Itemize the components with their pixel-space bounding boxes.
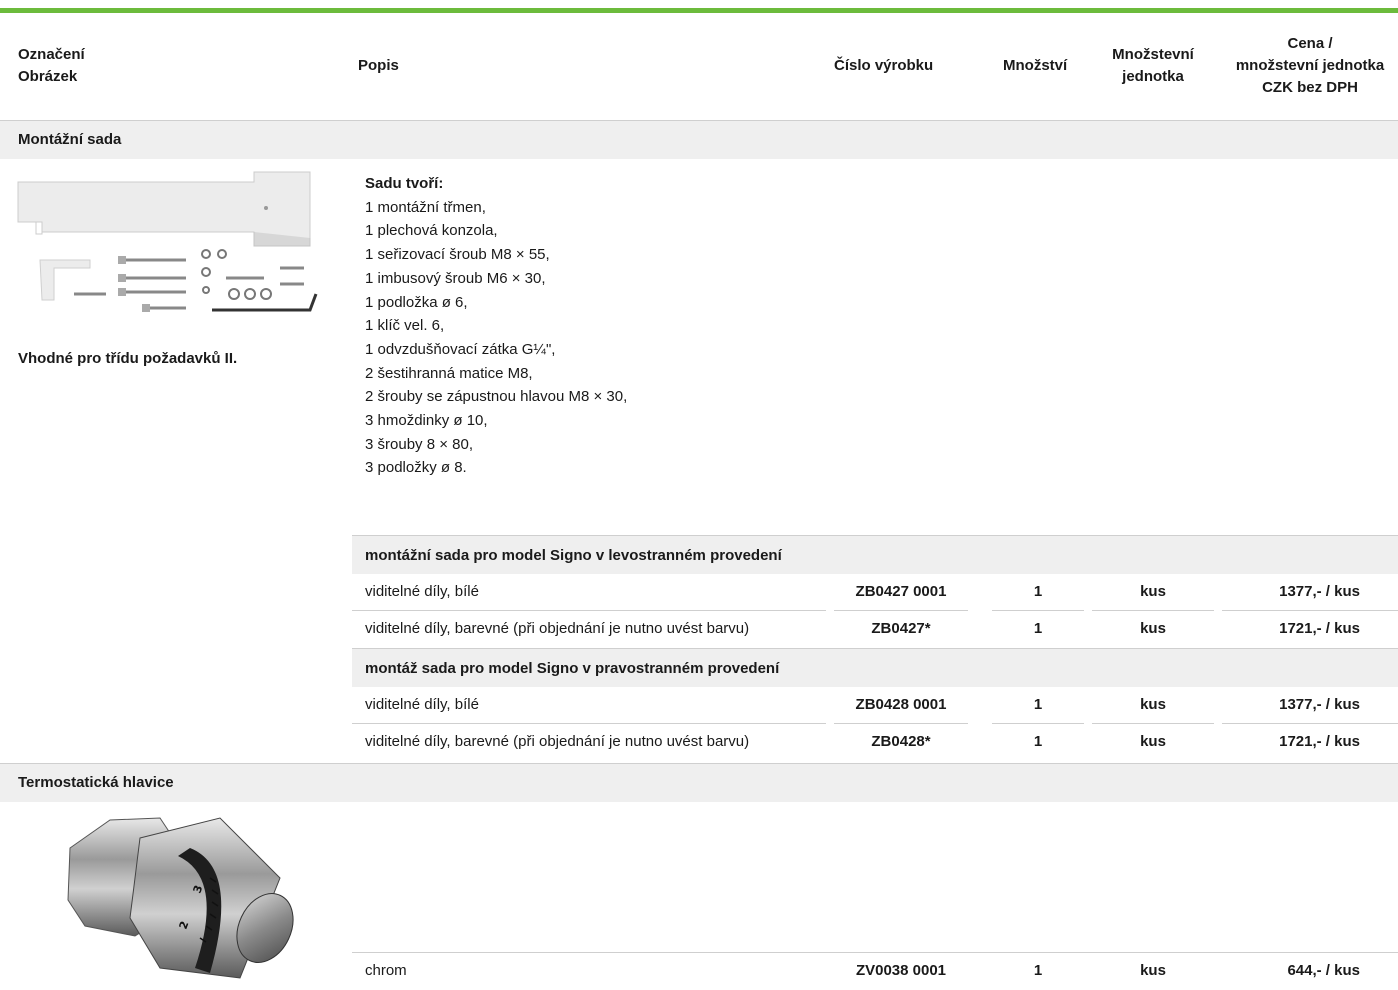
table-row: viditelné díly, bílé ZB0427 0001 1 kus 1… <box>352 574 1398 611</box>
kit-contents-line: 3 hmoždinky ø 10, <box>365 412 488 430</box>
row-unit: kus <box>1140 583 1166 600</box>
subgroup-title: montáž sada pro model Signo v pravostran… <box>365 660 780 677</box>
mounting-kit-image <box>14 168 324 328</box>
subgroup-right-version: montáž sada pro model Signo v pravostran… <box>352 648 1398 687</box>
section-title: Montážní sada <box>18 131 122 148</box>
kit-contents-line: 1 podložka ø 6, <box>365 293 468 311</box>
row-unit: kus <box>1140 620 1166 637</box>
table-row: viditelné díly, bílé ZB0428 0001 1 kus 1… <box>352 687 1398 724</box>
header-col-unit: Množstevní jednotka <box>1092 44 1214 88</box>
header-col-description: Popis <box>358 57 399 74</box>
section-header-thermostatic-head: Termostatická hlavice <box>0 763 1398 802</box>
header-label: Obrázek <box>18 68 78 85</box>
header-col-price: Cena / množstevní jednotka CZK bez DPH <box>1222 33 1398 99</box>
kit-contents-title: Sadu tvoří: <box>365 175 444 192</box>
kit-contents-line: 2 šrouby se zápustnou hlavou M8 × 30, <box>365 388 628 406</box>
row-article-number: ZB0428* <box>871 733 931 750</box>
row-price: 1377,- / kus <box>1279 696 1360 713</box>
row-price: 1721,- / kus <box>1279 733 1360 750</box>
header-label: Označení <box>18 46 85 63</box>
top-accent-bar <box>0 8 1398 13</box>
kit-contents-line: 3 podložky ø 8. <box>365 459 467 477</box>
table-row: viditelné díly, barevné (při objednání j… <box>352 611 1398 648</box>
section-title: Termostatická hlavice <box>18 774 174 791</box>
table-row: chrom ZV0038 0001 1 kus 644,- / kus <box>352 952 1398 990</box>
header-label: jednotka <box>1122 68 1184 85</box>
row-price: 644,- / kus <box>1287 962 1360 979</box>
requirement-class-note: Vhodné pro třídu požadavků II. <box>18 350 238 367</box>
row-quantity: 1 <box>1033 620 1043 637</box>
header-col-designation: Označení Obrázek <box>18 44 85 88</box>
row-quantity: 1 <box>1033 733 1043 750</box>
row-article-number: ZV0038 0001 <box>855 962 947 979</box>
row-quantity: 1 <box>1033 962 1043 979</box>
section-header-mounting-kit: Montážní sada <box>0 120 1398 159</box>
kit-contents-line: 1 montážní třmen, <box>365 198 486 216</box>
row-description: viditelné díly, barevné (při objednání j… <box>365 733 750 750</box>
kit-contents-line: 1 seřizovací šroub M8 × 55, <box>365 246 550 264</box>
row-description: viditelné díly, barevné (při objednání j… <box>365 620 750 637</box>
row-description: chrom <box>365 962 407 979</box>
header-label: množstevní jednotka <box>1235 57 1385 74</box>
kit-contents-line: 1 imbusový šroub M6 × 30, <box>365 269 546 287</box>
row-description: viditelné díly, bílé <box>365 583 479 600</box>
subgroup-title: montážní sada pro model Signo v levostra… <box>365 547 782 564</box>
row-unit: kus <box>1140 696 1166 713</box>
header-col-article-number: Číslo výrobku <box>834 57 934 74</box>
header-label: Množstevní <box>1112 46 1194 63</box>
row-article-number: ZB0427 0001 <box>855 583 947 600</box>
subgroup-left-version: montážní sada pro model Signo v levostra… <box>352 535 1398 574</box>
row-unit: kus <box>1140 962 1166 979</box>
row-quantity: 1 <box>1033 696 1043 713</box>
row-unit: kus <box>1140 733 1166 750</box>
row-price: 1721,- / kus <box>1279 620 1360 637</box>
header-label: CZK bez DPH <box>1262 79 1358 96</box>
header-label: Cena / <box>1287 35 1333 52</box>
row-price: 1377,- / kus <box>1279 583 1360 600</box>
kit-contents-line: 3 šrouby 8 × 80, <box>365 435 473 453</box>
kit-contents-line: 1 odvzdušňovací zátka G¼", <box>365 340 556 358</box>
kit-contents-line: 1 klíč vel. 6, <box>365 317 445 335</box>
row-article-number: ZB0427* <box>871 620 931 637</box>
header-col-quantity: Množství <box>1003 57 1068 74</box>
row-quantity: 1 <box>1033 583 1043 600</box>
thermostatic-head-image: 3 2 <box>67 817 294 979</box>
kit-contents-description: Sadu tvoří: 1 montážní třmen, 1 plechová… <box>365 172 627 480</box>
row-description: viditelné díly, bílé <box>365 696 479 713</box>
row-article-number: ZB0428 0001 <box>855 696 947 713</box>
table-row: viditelné díly, barevné (při objednání j… <box>352 724 1398 761</box>
kit-contents-line: 2 šestihranná matice M8, <box>365 364 533 382</box>
kit-contents-line: 1 plechová konzola, <box>365 222 498 240</box>
